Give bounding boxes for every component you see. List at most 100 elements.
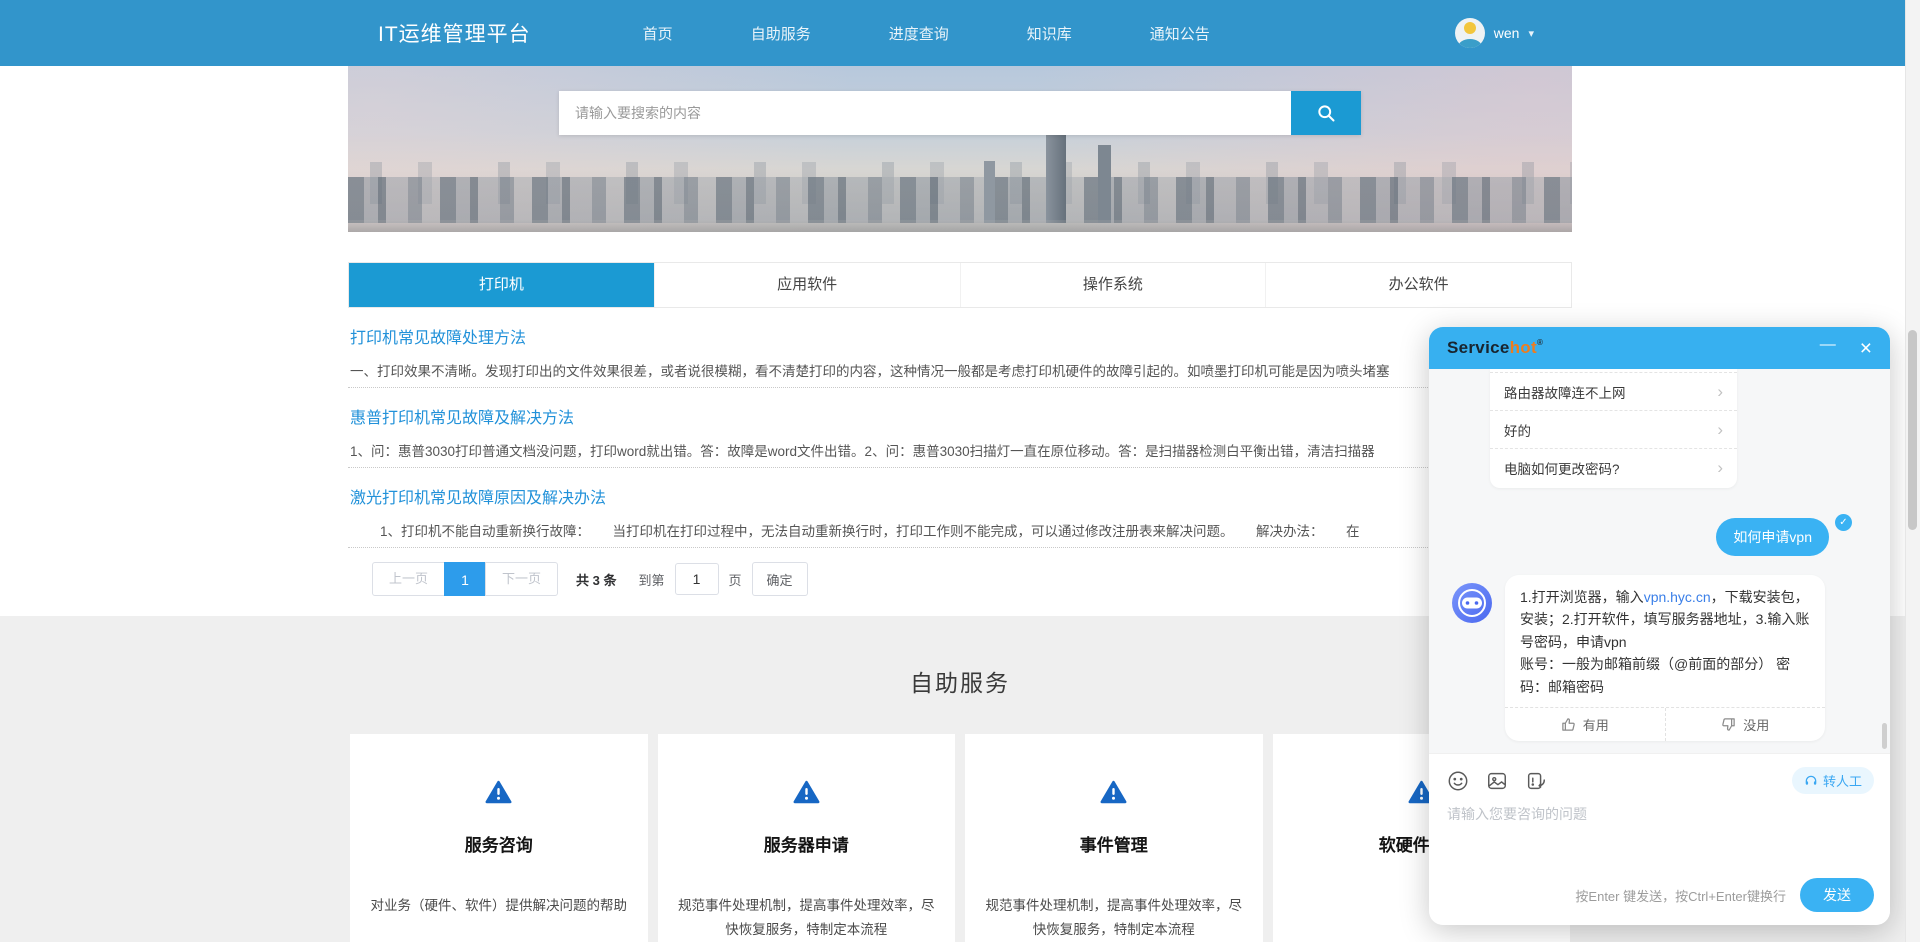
goto-page-input[interactable]	[675, 563, 719, 595]
thumbs-up-icon	[1561, 717, 1576, 732]
page-scrollbar[interactable]	[1905, 0, 1920, 942]
skyscraper	[1098, 145, 1111, 223]
quick-question-label: 好的	[1504, 420, 1531, 440]
service-card-incident-mgmt[interactable]: 事件管理 规范事件处理机制，提高事件处理效率，尽快恢复服务，特制定本流程	[965, 734, 1263, 942]
skyscraper	[984, 161, 995, 223]
app-title: IT运维管理平台	[378, 18, 531, 48]
chat-composer: 转人工 按Enter 键发送，按Ctrl+Enter键换行 发送	[1429, 753, 1890, 925]
goto-confirm-button[interactable]: 确定	[752, 562, 808, 596]
minimize-icon[interactable]: —	[1820, 337, 1836, 353]
card-title: 服务器申请	[658, 831, 956, 856]
hero-banner	[348, 66, 1572, 232]
bot-message-paragraph: 账号：一般为邮箱前缀（@前面的部分） 密码：邮箱密码	[1520, 653, 1810, 698]
card-description: 规范事件处理机制，提高事件处理效率，尽快恢复服务，特制定本流程	[982, 894, 1246, 941]
banner-haze	[348, 220, 1572, 232]
warning-triangle-icon	[793, 791, 820, 808]
chat-message-area: 路由器故障连不上网 › 好的 › 电脑如何更改密码? › 如何申请vpn ✓	[1429, 369, 1890, 753]
bot-message-bubble: 1.打开浏览器，输入vpn.hyc.cn，下载安装包，安装；2.打开软件，填写服…	[1505, 575, 1825, 741]
image-upload-icon[interactable]	[1486, 770, 1508, 792]
close-icon[interactable]: ×	[1860, 338, 1872, 359]
vpn-link[interactable]: vpn.hyc.cn	[1644, 589, 1711, 605]
tab-printer[interactable]: 打印机	[349, 263, 655, 307]
transfer-to-agent-button[interactable]: 转人工	[1792, 767, 1874, 794]
card-title: 服务咨询	[350, 831, 648, 856]
search-input[interactable]	[559, 91, 1291, 135]
useless-label: 没用	[1743, 715, 1769, 734]
service-card-server-request[interactable]: 服务器申请 规范事件处理机制，提高事件处理效率，尽快恢复服务，特制定本流程	[658, 734, 956, 942]
tab-operating-system[interactable]: 操作系统	[961, 263, 1267, 307]
emoji-icon[interactable]	[1447, 770, 1469, 792]
article-summary: 一、打印效果不清晰。发现打印出的文件效果很差，或者说很模糊，看不清楚打印的内容，…	[350, 360, 1570, 380]
goto-page-prefix: 到第	[639, 570, 665, 589]
quick-question-label: 电脑如何更改密码?	[1504, 458, 1620, 478]
quick-question-label: 路由器故障连不上网	[1504, 382, 1626, 402]
nav-item-home[interactable]: 首页	[643, 23, 673, 44]
send-button[interactable]: 发送	[1800, 878, 1874, 912]
article-title-link[interactable]: 激光打印机常见故障原因及解决办法	[350, 484, 606, 508]
user-avatar-icon	[1455, 18, 1485, 48]
article-item: 打印机常见故障处理方法 wen 一、打印效果不清晰。发现打印出的文件效果很差，或…	[348, 308, 1572, 388]
service-card-consult[interactable]: 服务咨询 对业务（硬件、软件）提供解决问题的帮助	[350, 734, 648, 942]
headset-icon	[1804, 774, 1818, 788]
service-cards: 服务咨询 对业务（硬件、软件）提供解决问题的帮助 服务器申请 规范事件处理机制，…	[350, 734, 1570, 942]
prev-page-button[interactable]: 上一页	[372, 562, 445, 596]
page-number-current[interactable]: 1	[444, 562, 486, 596]
registered-mark: ®	[1537, 338, 1543, 347]
useless-button[interactable]: 没用	[1666, 708, 1826, 741]
tab-office-software[interactable]: 办公软件	[1266, 263, 1571, 307]
article-title-link[interactable]: 打印机常见故障处理方法	[350, 324, 526, 348]
pagination: 上一页 1 下一页 共 3 条 到第 页 确定	[348, 562, 1572, 616]
card-description: 规范事件处理机制，提高事件处理效率，尽快恢复服务，特制定本流程	[674, 894, 938, 941]
quick-question-ok[interactable]: 好的 ›	[1490, 410, 1737, 448]
chat-header: Servicehot® — ×	[1429, 327, 1890, 369]
search-button[interactable]	[1291, 91, 1361, 135]
history-record-icon[interactable]	[1525, 770, 1547, 792]
article-item: 激光打印机常见故障原因及解决办法 wen 1、打印机不能自动重新换行故障： 当打…	[348, 468, 1572, 548]
card-title: 事件管理	[965, 831, 1263, 856]
city-skyline-front	[348, 177, 1572, 223]
bot-message-row: 1.打开浏览器，输入vpn.hyc.cn，下载安装包，安装；2.打开软件，填写服…	[1429, 575, 1890, 741]
chat-widget: Servicehot® — × 路由器故障连不上网 › 好的 › 电脑如何更改密…	[1429, 327, 1890, 925]
bot-text: 1.打开浏览器，输入	[1520, 589, 1644, 605]
logo-text-hot: hot	[1510, 338, 1537, 357]
article-title-link[interactable]: 惠普打印机常见故障及解决方法	[350, 404, 574, 428]
total-count-label: 共 3 条	[576, 570, 616, 589]
nav-item-self-service[interactable]: 自助服务	[751, 23, 811, 44]
next-page-button[interactable]: 下一页	[485, 562, 558, 596]
servicehot-logo: Servicehot®	[1447, 338, 1543, 358]
sent-check-icon: ✓	[1835, 514, 1852, 531]
user-message-row: 如何申请vpn ✓	[1429, 518, 1890, 556]
nav-item-progress[interactable]: 进度查询	[889, 23, 949, 44]
goto-page-suffix: 页	[729, 570, 742, 589]
quick-question-card: 路由器故障连不上网 › 好的 › 电脑如何更改密码? ›	[1490, 369, 1737, 488]
chat-message-input[interactable]	[1447, 804, 1874, 866]
nav-item-notice[interactable]: 通知公告	[1150, 23, 1210, 44]
tab-application-software[interactable]: 应用软件	[655, 263, 961, 307]
useful-label: 有用	[1583, 715, 1609, 734]
warning-triangle-icon	[1100, 791, 1127, 808]
thumbs-down-icon	[1721, 717, 1736, 732]
quick-question-password[interactable]: 电脑如何更改密码? ›	[1490, 448, 1737, 486]
user-message-bubble: 如何申请vpn	[1716, 518, 1829, 556]
chevron-right-icon: ›	[1717, 458, 1723, 478]
chat-scrollbar-thumb[interactable]	[1882, 723, 1887, 749]
user-name: wen	[1494, 25, 1520, 41]
page-scrollbar-thumb[interactable]	[1908, 330, 1917, 530]
card-description: 对业务（硬件、软件）提供解决问题的帮助	[367, 894, 631, 918]
logo-text-service: Service	[1447, 338, 1510, 357]
article-summary: 1、问：惠普3030打印普通文档没问题，打印word就出错。答：故障是word文…	[350, 440, 1570, 460]
article-list: 打印机常见故障处理方法 wen 一、打印效果不清晰。发现打印出的文件效果很差，或…	[348, 308, 1572, 548]
knowledge-tabs: 打印机 应用软件 操作系统 办公软件	[348, 262, 1572, 308]
article-summary: 1、打印机不能自动重新换行故障： 当打印机在打印过程中，无法自动重新换行时，打印…	[350, 520, 1570, 540]
article-item: 惠普打印机常见故障及解决方法 wen 1、问：惠普3030打印普通文档没问题，打…	[348, 388, 1572, 468]
chevron-right-icon: ›	[1717, 420, 1723, 440]
bot-message-paragraph: 1.打开浏览器，输入vpn.hyc.cn，下载安装包，安装；2.打开软件，填写服…	[1520, 586, 1810, 653]
send-shortcut-hint: 按Enter 键发送，按Ctrl+Enter键换行	[1575, 886, 1786, 905]
user-menu[interactable]: wen ▾	[1455, 18, 1534, 48]
search-icon	[1316, 103, 1336, 123]
quick-question-router[interactable]: 路由器故障连不上网 ›	[1490, 372, 1737, 410]
nav-item-knowledge[interactable]: 知识库	[1027, 23, 1072, 44]
top-navbar: IT运维管理平台 首页 自助服务 进度查询 知识库 通知公告 wen ▾	[0, 0, 1920, 66]
useful-button[interactable]: 有用	[1505, 708, 1666, 741]
transfer-label: 转人工	[1823, 771, 1862, 790]
